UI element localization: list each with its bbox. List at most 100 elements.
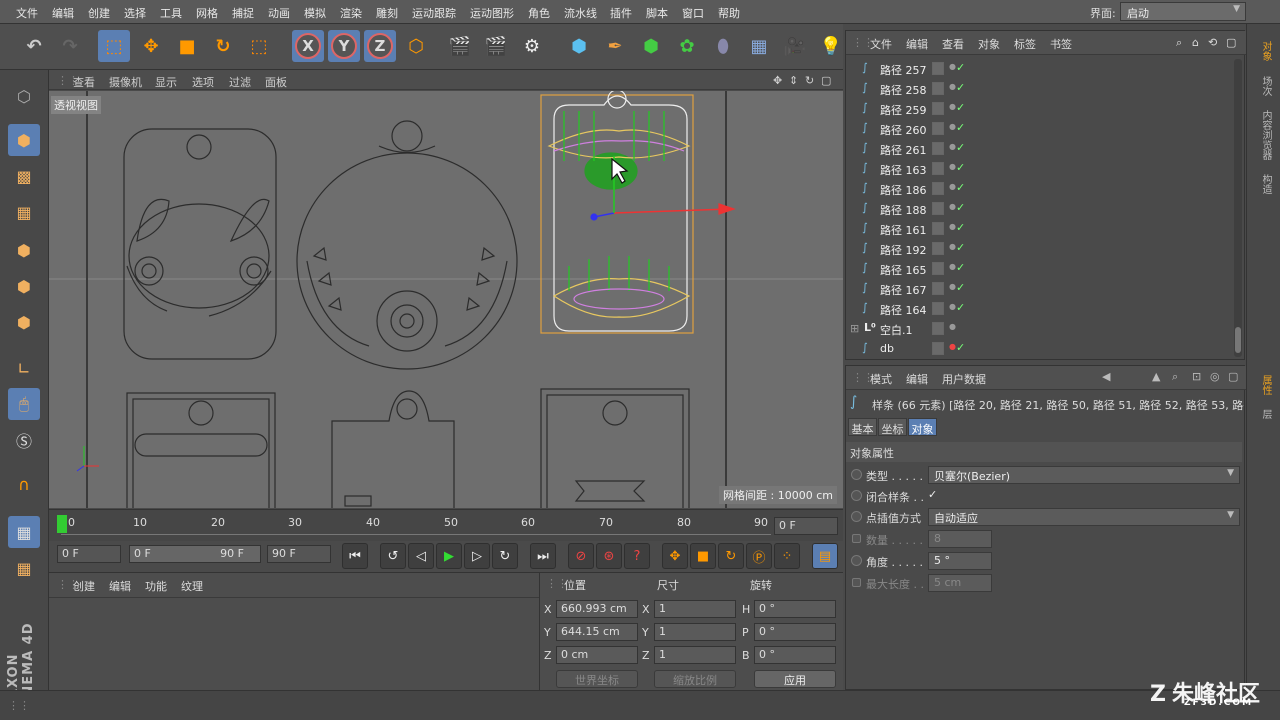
render-dot-icon[interactable]: ● [949, 302, 956, 311]
enabled-check-icon[interactable]: ✓ [956, 341, 965, 354]
apply-button[interactable]: 应用 [754, 670, 836, 688]
enabled-check-icon[interactable]: ✓ [956, 281, 965, 294]
rotation-h-field[interactable]: 0 ° [754, 600, 836, 618]
texture-mode-button[interactable]: ▩ [8, 160, 40, 192]
object-row[interactable]: ⊞ L⁰ 空白.1 ● [846, 319, 1230, 339]
current-frame-field[interactable]: 0 F [774, 517, 838, 535]
menu-sculpt[interactable]: 雕刻 [376, 5, 398, 21]
recent-tool-button[interactable]: ⬚ [243, 30, 275, 62]
menu-render[interactable]: 渲染 [340, 5, 362, 21]
interpolation-dropdown[interactable]: 自动适应 ▼ [928, 508, 1240, 526]
menu-mesh[interactable]: 网格 [196, 5, 218, 21]
viewport-maximize-icon[interactable]: ▢ [821, 74, 831, 87]
object-row[interactable]: ∫ 路径 258 ● ✓ [846, 79, 1230, 99]
menu-simulate[interactable]: 模拟 [304, 5, 326, 21]
points-mode-button[interactable]: ⬢ [8, 234, 40, 266]
timeline-ruler[interactable]: 0 10 20 30 40 50 60 70 80 90 0 F [49, 509, 843, 541]
animate-radio[interactable] [851, 469, 862, 480]
axis-y-button[interactable]: Y [328, 30, 360, 62]
next-frame-button[interactable]: ▷ [464, 543, 490, 569]
object-menu-edit[interactable]: 编辑 [906, 36, 928, 52]
coordinate-system-button[interactable]: ⬡ [400, 30, 432, 62]
render-dot-icon[interactable]: ● [949, 262, 956, 271]
key-rotation-button[interactable]: ↻ [718, 543, 744, 569]
tab-content-browser[interactable]: 内容浏览器 [1253, 106, 1273, 164]
tab-structure[interactable]: 构造 [1253, 170, 1273, 198]
axis-z-button[interactable]: Z [364, 30, 396, 62]
enabled-check-icon[interactable]: ✓ [956, 241, 965, 254]
key-pla-button[interactable]: ⁘ [774, 543, 800, 569]
back-arrow-icon[interactable]: ◀ [1102, 370, 1110, 383]
viewport-menu-display[interactable]: 显示 [155, 74, 177, 90]
axis-x-button[interactable]: X [292, 30, 324, 62]
menu-window[interactable]: 窗口 [682, 5, 704, 21]
home-icon[interactable]: ⌂ [1192, 36, 1199, 49]
size-x-field[interactable]: 1 [654, 600, 736, 618]
live-select-button[interactable]: ⬚ [98, 30, 130, 62]
max-length-field[interactable]: 5 cm [928, 574, 992, 592]
scale-button[interactable]: ■ [171, 30, 203, 62]
material-menu-texture[interactable]: 纹理 [181, 578, 203, 594]
object-row[interactable]: ∫ 路径 186 ● ✓ [846, 179, 1230, 199]
up-arrow-icon[interactable]: ▲ [1152, 370, 1160, 383]
rotate-button[interactable]: ↻ [207, 30, 239, 62]
expand-icon[interactable]: ▢ [1228, 370, 1238, 383]
redo-button[interactable]: ↷ [54, 30, 86, 62]
visibility-toggle[interactable] [932, 142, 944, 155]
position-z-field[interactable]: 0 cm [556, 646, 638, 664]
end-frame-field[interactable]: 90 F [267, 545, 331, 563]
tab-layers[interactable]: 层 [1253, 404, 1273, 424]
menu-animate[interactable]: 动画 [268, 5, 290, 21]
start-frame-field[interactable]: 0 F [57, 545, 121, 563]
rotation-b-field[interactable]: 0 ° [754, 646, 836, 664]
viewport-menu-panel[interactable]: 面板 [265, 74, 287, 90]
render-settings-button[interactable]: ⚙ [516, 30, 548, 62]
animate-radio[interactable] [852, 578, 861, 587]
move-button[interactable]: ✥ [135, 30, 167, 62]
menu-file[interactable]: 文件 [16, 5, 38, 21]
rotation-p-field[interactable]: 0 ° [754, 623, 836, 641]
animate-radio[interactable] [852, 534, 861, 543]
tab-object[interactable]: 对象 [908, 418, 937, 436]
object-menu-object[interactable]: 对象 [978, 36, 1000, 52]
visibility-toggle[interactable] [932, 282, 944, 295]
render-dot-icon[interactable]: ● [949, 242, 956, 251]
menu-snap[interactable]: 捕捉 [232, 5, 254, 21]
viewport-rotate-icon[interactable]: ↻ [805, 74, 814, 87]
visibility-toggle[interactable] [932, 102, 944, 115]
size-z-field[interactable]: 1 [654, 646, 736, 664]
viewport-menu-view[interactable]: 查看 [73, 74, 95, 90]
material-menu-edit[interactable]: 编辑 [109, 578, 131, 594]
render-dot-icon[interactable]: ● [949, 162, 956, 171]
cloner-button[interactable]: ✿ [671, 30, 703, 62]
timeline-window-button[interactable]: ▤ [812, 543, 838, 569]
object-row[interactable]: ∫ 路径 165 ● ✓ [846, 259, 1230, 279]
expand-icon[interactable]: ▢ [1226, 36, 1236, 49]
object-row[interactable]: ∫ 路径 188 ● ✓ [846, 199, 1230, 219]
subdivision-button[interactable]: ⬢ [635, 30, 667, 62]
object-menu-view[interactable]: 查看 [942, 36, 964, 52]
render-dot-icon[interactable]: ● [949, 322, 956, 331]
render-dot-icon[interactable]: ● [949, 282, 956, 291]
render-dot-icon[interactable]: ● [949, 222, 956, 231]
type-dropdown[interactable]: 贝塞尔(Bezier) ▼ [928, 466, 1240, 484]
pen-button[interactable]: ✒ [599, 30, 631, 62]
key-position-button[interactable]: ✥ [662, 543, 688, 569]
object-row[interactable]: ∫ 路径 260 ● ✓ [846, 119, 1230, 139]
size-y-field[interactable]: 1 [654, 623, 736, 641]
render-dot-icon[interactable]: ● [949, 122, 956, 131]
tweak-mode-button[interactable]: 🖱 [8, 388, 40, 420]
render-dot-icon[interactable]: ● [949, 142, 956, 151]
object-scrollbar[interactable] [1234, 59, 1242, 357]
world-coords-dropdown[interactable]: 世界坐标 [556, 670, 638, 688]
menu-mograph[interactable]: 运动图形 [470, 5, 514, 21]
enabled-check-icon[interactable]: ✓ [956, 121, 965, 134]
object-row[interactable]: ∫ 路径 167 ● ✓ [846, 279, 1230, 299]
viewport-move-icon[interactable]: ✥ [773, 74, 782, 87]
perspective-viewport[interactable]: 透视视图 网格间距 : 10000 cm [49, 91, 843, 508]
enabled-check-icon[interactable]: ✓ [956, 141, 965, 154]
render-dot-icon[interactable]: ● [949, 182, 956, 191]
enabled-check-icon[interactable]: ✓ [956, 301, 965, 314]
closed-spline-checkbox[interactable]: ✓ [928, 488, 937, 501]
object-row[interactable]: ∫ 路径 161 ● ✓ [846, 219, 1230, 239]
